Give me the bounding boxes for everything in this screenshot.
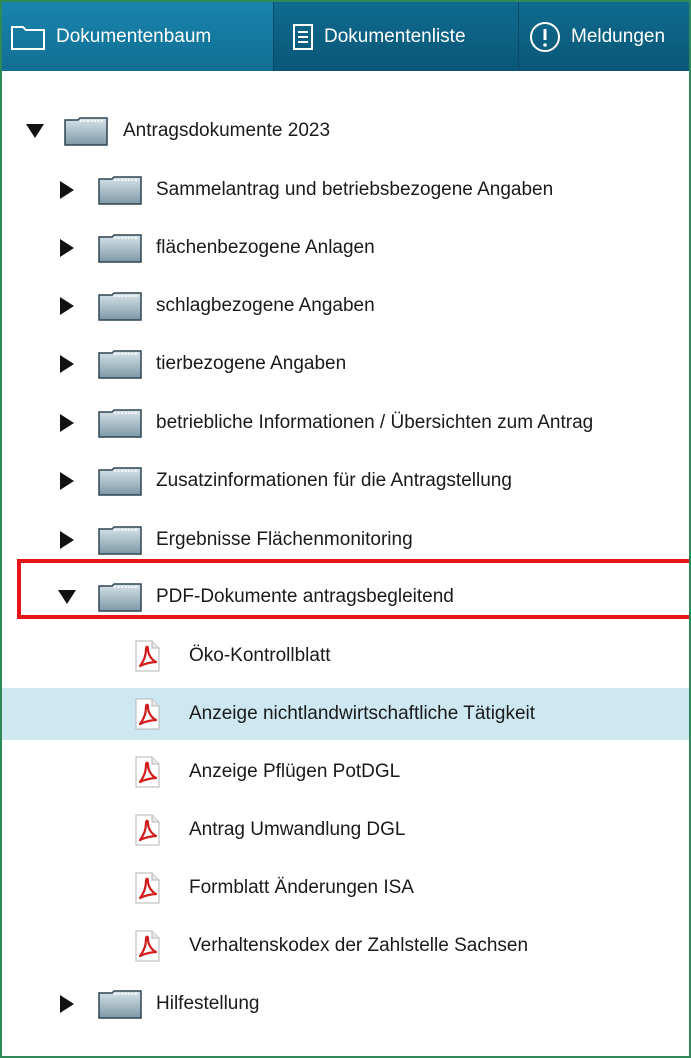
tab-label: Dokumentenbaum (56, 25, 212, 47)
tree-node-label: flächenbezogene Anlagen (156, 237, 375, 258)
folder-icon (98, 349, 142, 379)
expand-arrow-icon[interactable] (60, 355, 74, 373)
tree-node-label: schlagbezogene Angaben (156, 295, 375, 316)
document-formblatt-aenderungen-isa[interactable]: Formblatt Änderungen ISA (2, 862, 689, 914)
document-label: Formblatt Änderungen ISA (189, 877, 414, 898)
expand-arrow-icon[interactable] (60, 181, 74, 199)
tree-node-label: Antragsdokumente 2023 (123, 120, 331, 141)
folder-icon (10, 23, 46, 51)
document-label: Antrag Umwandlung DGL (189, 819, 406, 840)
document-anzeige-nichtlandwirtschaftliche-taetigkeit[interactable]: Anzeige nichtlandwirtschaftliche Tätigke… (2, 688, 689, 740)
folder-icon (98, 175, 142, 205)
tab-dokumentenbaum[interactable]: Dokumentenbaum (2, 2, 274, 71)
tree-node-zusatzinformationen[interactable]: Zusatzinformationen für die Antragstellu… (2, 455, 689, 507)
tree-node-label: Hilfestellung (156, 993, 260, 1014)
expand-arrow-icon[interactable] (60, 531, 74, 549)
pdf-icon (132, 872, 162, 904)
tab-label: Dokumentenliste (324, 25, 466, 47)
expand-arrow-icon[interactable] (60, 414, 74, 432)
collapse-arrow-icon[interactable] (58, 590, 76, 604)
tree-node-hilfestellung[interactable]: Hilfestellung (2, 978, 689, 1030)
tree-node-label: Ergebnisse Flächenmonitoring (156, 529, 413, 550)
folder-icon (98, 466, 142, 496)
tree-node-label: Sammelantrag und betriebsbezogene Angabe… (156, 179, 554, 200)
pdf-icon (132, 930, 162, 962)
folder-icon (98, 233, 142, 263)
folder-icon (98, 525, 142, 555)
tree-node-ergebnisse-flaechenmonitoring[interactable]: Ergebnisse Flächenmonitoring (2, 514, 689, 566)
pdf-icon (132, 814, 162, 846)
expand-arrow-icon[interactable] (60, 239, 74, 257)
document-label: Anzeige nichtlandwirtschaftliche Tätigke… (189, 703, 536, 724)
document-label: Öko-Kontrollblatt (189, 645, 331, 666)
tab-dokumentenliste[interactable]: Dokumentenliste (274, 2, 519, 71)
tree-node-flaechenbezogene-anlagen[interactable]: flächenbezogene Anlagen (2, 222, 689, 274)
tree-node-label: PDF-Dokumente antragsbegleitend (156, 586, 454, 607)
document-list-icon (292, 23, 314, 51)
collapse-arrow-icon[interactable] (26, 124, 44, 138)
document-verhaltenskodex[interactable]: Verhaltenskodex der Zahlstelle Sachsen (2, 920, 689, 972)
tab-bar: Dokumentenbaum Dokumentenliste Meldungen (2, 2, 689, 71)
pdf-icon (132, 640, 162, 672)
tree-node-label: betriebliche Informationen / Übersichten… (156, 412, 594, 433)
tree-node-betriebliche-informationen[interactable]: betriebliche Informationen / Übersichten… (2, 397, 689, 449)
tree-node-label: tierbezogene Angaben (156, 353, 347, 374)
pdf-icon (132, 698, 162, 730)
expand-arrow-icon[interactable] (60, 995, 74, 1013)
expand-arrow-icon[interactable] (60, 472, 74, 490)
document-antrag-umwandlung-dgl[interactable]: Antrag Umwandlung DGL (2, 804, 689, 856)
folder-icon (98, 989, 142, 1019)
tree-node-label: Zusatzinformationen für die Antragstellu… (156, 470, 512, 491)
tree-node-pdf-dokumente-antragsbegleitend[interactable]: PDF-Dokumente antragsbegleitend (2, 571, 689, 623)
folder-icon (98, 582, 142, 612)
expand-arrow-icon[interactable] (60, 297, 74, 315)
pdf-icon (132, 756, 162, 788)
document-label: Anzeige Pflügen PotDGL (189, 761, 401, 782)
tab-meldungen[interactable]: Meldungen (519, 2, 689, 71)
folder-icon (98, 291, 142, 321)
document-oeko-kontrollblatt[interactable]: Öko-Kontrollblatt (2, 630, 689, 682)
tab-label: Meldungen (571, 25, 666, 47)
folder-icon (64, 116, 108, 146)
tree-node-sammelantrag[interactable]: Sammelantrag und betriebsbezogene Angabe… (2, 164, 689, 216)
document-anzeige-pfluegen-potdgl[interactable]: Anzeige Pflügen PotDGL (2, 746, 689, 798)
tree-node-tierbezogene-angaben[interactable]: tierbezogene Angaben (2, 338, 689, 390)
tree-node-antragsdokumente-2023[interactable]: Antragsdokumente 2023 (2, 105, 689, 157)
tree-node-schlagbezogene-angaben[interactable]: schlagbezogene Angaben (2, 280, 689, 332)
exclamation-circle-icon (529, 21, 561, 53)
document-label: Verhaltenskodex der Zahlstelle Sachsen (189, 935, 529, 956)
document-tree-panel: Dokumentenbaum Dokumentenliste Meldungen… (0, 0, 691, 1058)
folder-icon (98, 408, 142, 438)
